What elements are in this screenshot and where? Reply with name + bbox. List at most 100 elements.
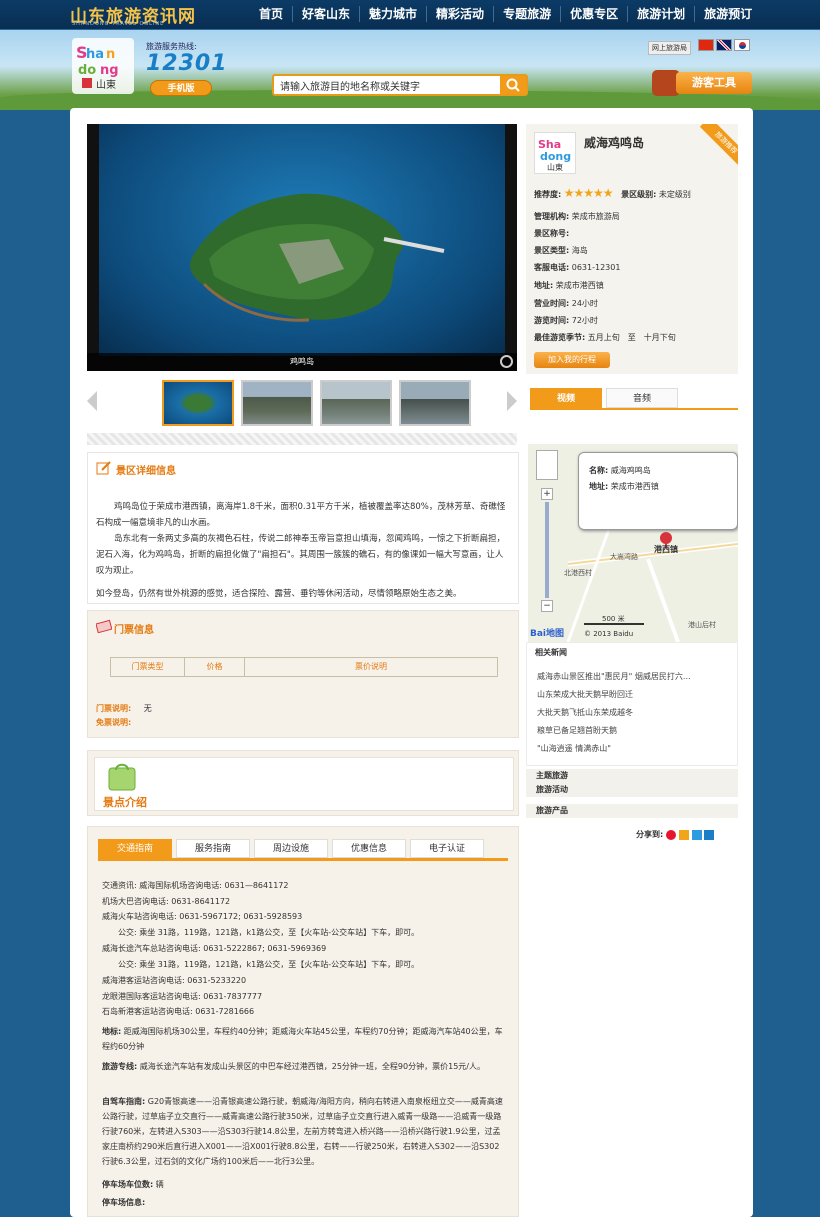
field-label: 景区类型:	[534, 246, 570, 255]
col-description: 票价说明	[355, 662, 387, 671]
info-row-hours: 营业时间: 24小时	[534, 298, 598, 309]
flag-uk-icon[interactable]	[716, 39, 732, 51]
photo-caption: 鸡鸣岛	[87, 353, 517, 371]
nav-booking[interactable]: 旅游预订	[694, 6, 761, 22]
shandong-logo[interactable]: S ha n do ng 山東	[72, 38, 134, 94]
field-label: 地址:	[534, 281, 554, 290]
info-row-title: 景区称号:	[534, 228, 569, 239]
tab-nearby[interactable]: 周边设施	[254, 839, 328, 858]
nav-hospitable-shandong[interactable]: 好客山东	[292, 6, 359, 22]
tab-e-certification[interactable]: 电子认证	[410, 839, 484, 858]
field-value: 五月上旬 至 十月下旬	[587, 333, 676, 342]
news-item[interactable]: 大批天鹅飞抵山东荣成越冬	[537, 707, 633, 718]
zoom-out-icon[interactable]: −	[541, 600, 553, 612]
shandong-mini-logo-icon: Sha dong 山東	[538, 138, 571, 172]
scenic-info-panel: Sha dong 山東 威海鸡鸣岛 旅游推荐 推荐度: ★★★★★ 景区级别: …	[526, 124, 738, 374]
ticket-note-label: 门票说明:	[96, 704, 132, 713]
info-row-type: 景区类型: 海岛	[534, 245, 588, 256]
parking-value: 辆	[155, 1180, 164, 1189]
field-value: 24小时	[571, 299, 598, 308]
baidu-logo: Bai地图	[530, 629, 565, 639]
nav-home[interactable]: 首页	[250, 6, 292, 22]
sidelink-theme-travel[interactable]: 主题旅游	[526, 769, 738, 783]
nav-travel-plan[interactable]: 旅游计划	[627, 6, 694, 22]
free-note-row: 免票说明:	[96, 717, 131, 728]
thumbnail-3[interactable]	[320, 380, 392, 426]
news-item[interactable]: 威海赤山景区推出"惠民月" 烟威居民打六...	[537, 671, 691, 682]
field-value: 72小时	[571, 316, 598, 325]
svg-text:山東: 山東	[547, 162, 563, 172]
sidelink-travel-products[interactable]: 旅游产品	[526, 804, 738, 818]
sidelink-travel-events[interactable]: 旅游活动	[526, 783, 738, 797]
prev-arrow-icon[interactable]	[87, 391, 97, 411]
drive-text: G20青银高速——沿青银高速公路行驶，朝威海/海阳方向，稍向右转进入南泉枢纽立交…	[102, 1097, 503, 1166]
traffic-line: 机场大巴咨询电话: 0631-8641172	[102, 897, 231, 906]
related-news-title: 相关新闻	[535, 648, 567, 657]
zoom-slider[interactable]	[545, 502, 549, 598]
zoom-in-icon[interactable]: +	[541, 488, 553, 500]
traffic-section: 交通指南 服务指南 周边设施 优惠信息 电子认证 交通资讯: 威海国际机场咨询电…	[87, 826, 519, 1217]
qzone-icon[interactable]	[678, 829, 689, 840]
nav-events[interactable]: 精彩活动	[426, 6, 493, 22]
thumbnail-1[interactable]	[162, 380, 234, 426]
pan-control-icon[interactable]	[536, 450, 558, 480]
recommend-ribbon: 旅游推荐	[688, 124, 738, 174]
visitor-tools-button[interactable]: 游客工具	[676, 72, 752, 94]
shopping-bag-icon	[108, 763, 136, 791]
tab-video[interactable]: 视频	[530, 388, 602, 408]
search-button[interactable]	[500, 76, 526, 94]
share-row: 分享到:	[636, 829, 715, 840]
island-image	[189, 193, 445, 322]
thumbnail-strip	[87, 375, 517, 431]
map-label-beigangxi: 北港西村	[564, 569, 592, 577]
svg-text:ha: ha	[86, 47, 104, 62]
nav-deals[interactable]: 优惠专区	[560, 6, 627, 22]
thumbnail-4[interactable]	[399, 380, 471, 426]
zoom-icon[interactable]	[500, 355, 513, 368]
popup-name-row: 名称: 威海鸡鸣岛	[589, 465, 651, 476]
online-bureau-link[interactable]: 网上旅游局	[648, 41, 691, 55]
tab-audio[interactable]: 音频	[606, 388, 678, 408]
news-item[interactable]: "山海逍遥 情满赤山"	[537, 743, 611, 754]
thumbnail-2[interactable]	[241, 380, 313, 426]
ticket-title: 门票信息	[114, 625, 154, 636]
flag-china-icon[interactable]	[698, 39, 714, 51]
route-label: 旅游专线:	[102, 1062, 138, 1071]
baidu-map[interactable]: + − 名称: 威海鸡鸣岛 地址: 荣成市港西镇 港西镇 北港西村 大嵩湾路 港…	[528, 444, 738, 642]
traffic-line: 威海港客运站咨询电话: 0631-5233220	[102, 976, 247, 985]
tab-discounts[interactable]: 优惠信息	[332, 839, 406, 858]
add-to-trip-button[interactable]: 加入我的行程	[534, 352, 610, 368]
tab-traffic-guide[interactable]: 交通指南	[98, 839, 172, 858]
next-arrow-icon[interactable]	[507, 391, 517, 411]
renren-icon[interactable]	[704, 829, 715, 840]
tab-service-guide[interactable]: 服务指南	[176, 839, 250, 858]
photo-sea	[99, 124, 505, 356]
news-item[interactable]: 粮草已备足翘首盼天鹅	[537, 725, 617, 736]
nav-theme-travel[interactable]: 专题旅游	[493, 6, 560, 22]
divider-stripe	[87, 433, 517, 445]
level-label: 景区级别:	[621, 190, 657, 199]
route-block: 旅游专线: 威海长途汽车站有发成山头景区的中巴车经过港西镇，25分钟一班，全程9…	[102, 1059, 506, 1074]
rating-stars-icon: ★★★★★	[563, 186, 614, 200]
media-tabs: 视频 音频	[530, 388, 738, 410]
weibo-icon[interactable]	[666, 829, 676, 840]
field-value: 荣成市港西镇	[555, 281, 604, 290]
tencent-weibo-icon[interactable]	[691, 829, 702, 840]
location-text: 距威海国际机场30公里，车程约40分钟；距威海火车站45公里，车程约70分钟；距…	[102, 1027, 503, 1051]
main-photo[interactable]: 鸡鸣岛	[87, 124, 517, 371]
traffic-line: 交通资讯: 威海国际机场咨询电话: 0631—8641172	[102, 881, 289, 890]
edit-note-icon	[96, 461, 111, 475]
site-logo-subtitle: SHANDONG TRAVEL ONLINE	[72, 21, 165, 27]
search-box	[272, 74, 528, 96]
news-item[interactable]: 山东荣成大批天鹅早盼回迁	[537, 689, 633, 700]
search-icon	[506, 78, 520, 92]
parking-row: 停车场车位数: 辆	[102, 1177, 506, 1192]
mobile-version-button[interactable]: 手机版	[150, 80, 212, 96]
traffic-line: 威海长途汽车总站咨询电话: 0631-5222867; 0631-5969369	[102, 944, 327, 953]
nav-cities[interactable]: 魅力城市	[359, 6, 426, 22]
flag-korea-icon[interactable]	[734, 39, 750, 51]
recommend-label: 推荐度:	[534, 190, 562, 199]
search-input[interactable]	[280, 78, 495, 92]
detail-paragraph-1: 鸡鸣岛位于荣成市港西镇，离海岸1.8千米，面积0.31平方千米，植被覆盖率达80…	[96, 502, 506, 528]
scenic-logo: Sha dong 山東	[534, 132, 576, 174]
